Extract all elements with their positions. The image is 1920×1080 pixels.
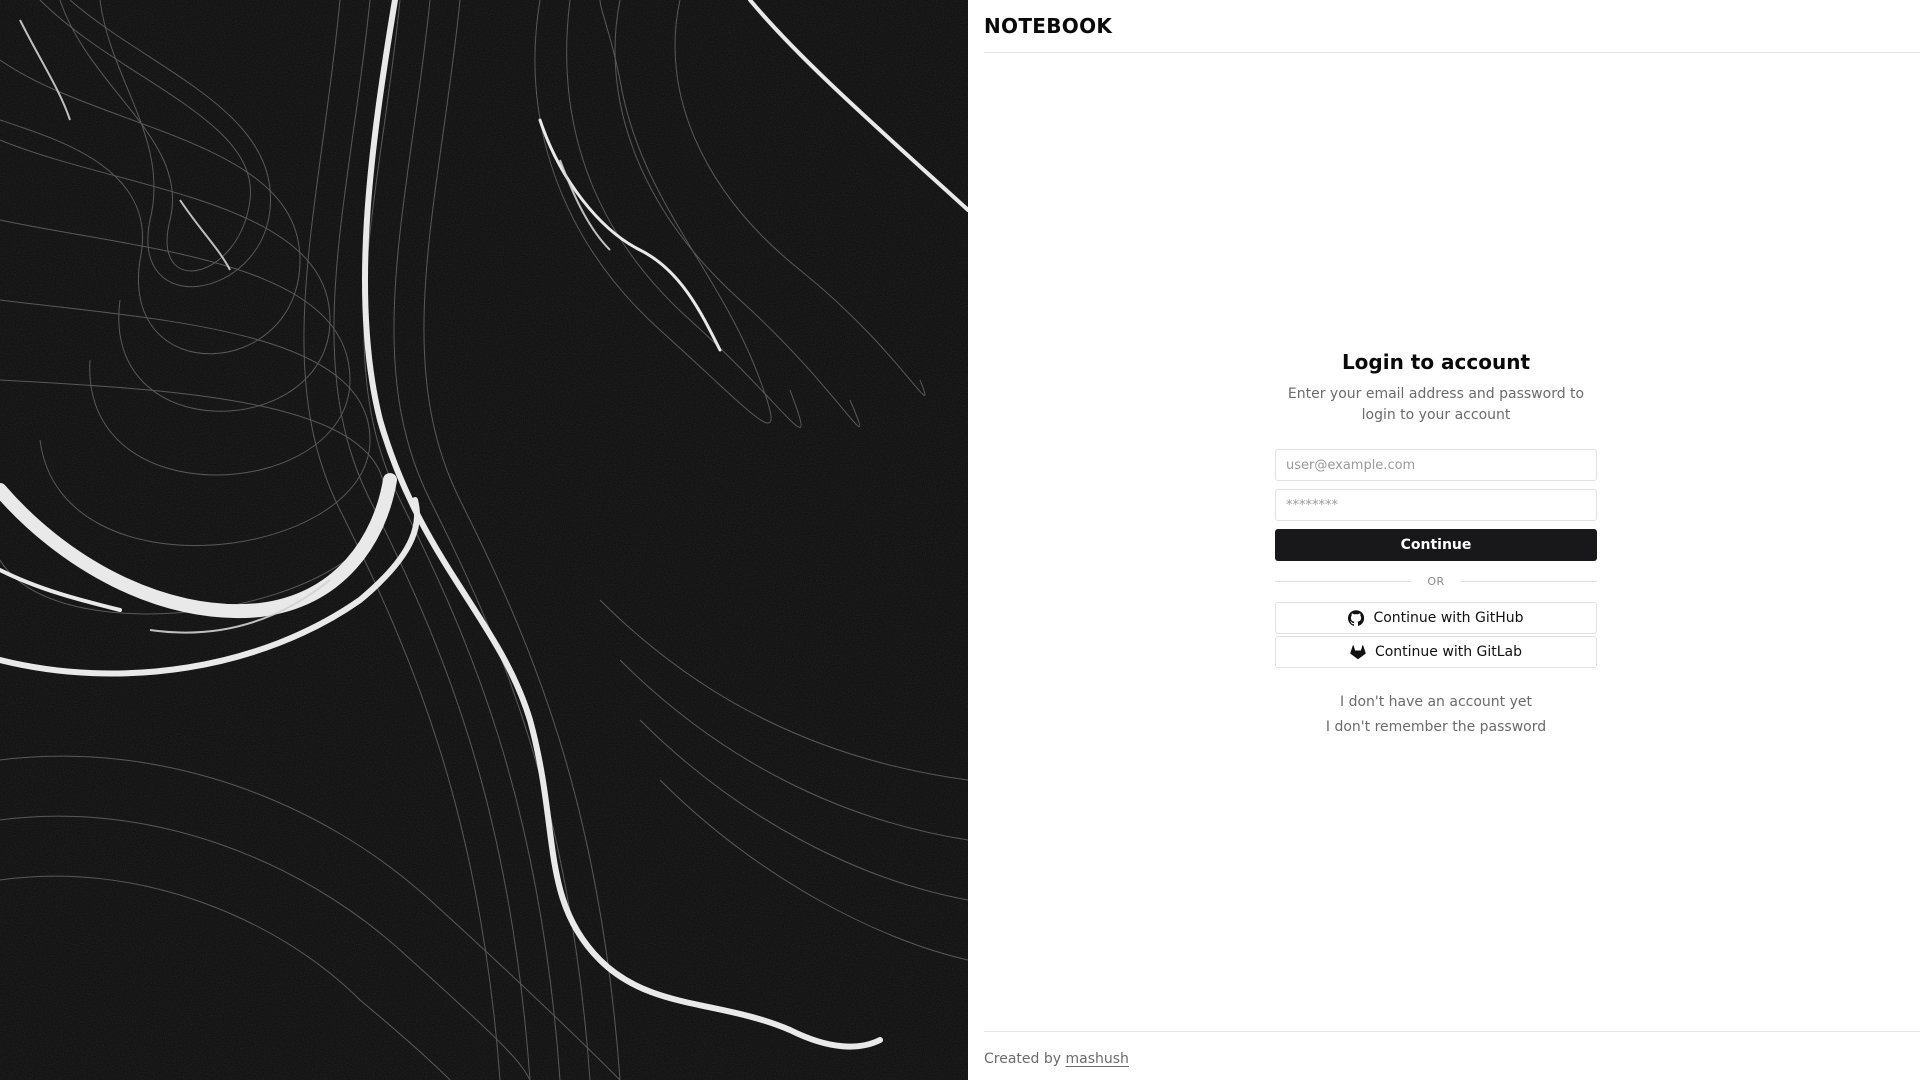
divider-line-left	[1275, 581, 1412, 582]
github-icon	[1348, 610, 1365, 626]
login-form: Continue OR Continue with GitHub	[1275, 449, 1597, 668]
continue-with-github-button[interactable]: Continue with GitHub	[1275, 602, 1597, 634]
page-title: Login to account	[1341, 350, 1531, 374]
divider-label: OR	[1427, 575, 1445, 588]
forgot-password-link[interactable]: I don't remember the password	[1275, 715, 1597, 740]
password-field[interactable]	[1275, 489, 1597, 521]
gitlab-icon	[1350, 644, 1366, 660]
header: NOTEBOOK	[984, 0, 1920, 53]
brand-logo[interactable]: NOTEBOOK	[984, 14, 1112, 38]
github-button-label: Continue with GitHub	[1373, 610, 1524, 626]
divider-line-right	[1460, 581, 1597, 582]
footer-credit: Created by mashush	[984, 1051, 1129, 1067]
footer: Created by mashush	[984, 1031, 1920, 1080]
continue-button[interactable]: Continue	[1275, 529, 1597, 561]
login-subtitle: Enter your email address and password to…	[1287, 386, 1585, 423]
or-divider: OR	[1275, 575, 1597, 588]
footer-created-by: Created by	[984, 1051, 1062, 1067]
author-link[interactable]: mashush	[1065, 1051, 1128, 1067]
email-field[interactable]	[1275, 449, 1597, 481]
register-link[interactable]: I don't have an account yet	[1275, 690, 1597, 715]
login-panel: NOTEBOOK Login to account Enter your ema…	[968, 0, 1920, 1080]
continue-with-gitlab-button[interactable]: Continue with GitLab	[1275, 636, 1597, 668]
gitlab-button-label: Continue with GitLab	[1374, 644, 1523, 660]
marble-art-image	[0, 0, 968, 1080]
login-form-container: Login to account Enter your email addres…	[1275, 349, 1597, 740]
page: NOTEBOOK Login to account Enter your ema…	[0, 0, 1920, 1080]
auth-links: I don't have an account yet I don't reme…	[1275, 690, 1597, 740]
